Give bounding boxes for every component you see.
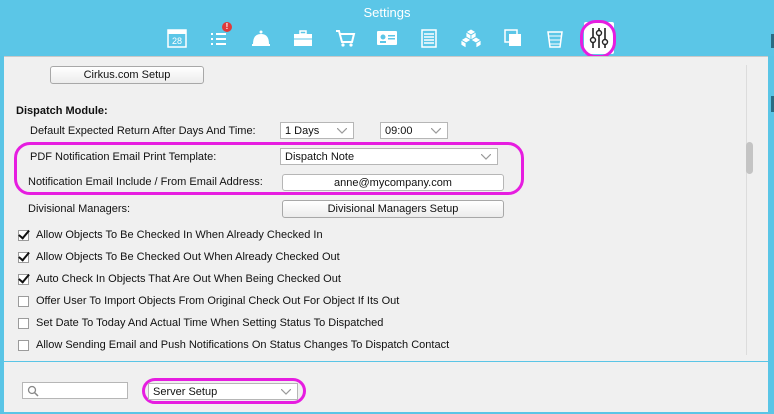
div-managers-label: Divisional Managers: — [28, 203, 131, 215]
notify-email-label: Notification Email Include / From Email … — [28, 176, 263, 188]
pdf-template-select[interactable]: Dispatch Note — [280, 148, 498, 165]
dispatch-module-heading: Dispatch Module: — [16, 105, 108, 117]
cart-icon[interactable] — [330, 22, 360, 54]
boxes-icon[interactable] — [456, 22, 486, 54]
list-icon[interactable] — [414, 22, 444, 54]
checkbox-row[interactable]: Offer User To Import Objects From Origin… — [18, 293, 399, 309]
calendar-icon[interactable]: 28 — [162, 22, 192, 54]
bell-icon[interactable] — [246, 22, 276, 54]
checkbox[interactable] — [18, 339, 29, 351]
section-select-value: Server Setup — [153, 386, 218, 398]
checkbox[interactable] — [18, 273, 29, 285]
return-time-value: 09:00 — [385, 125, 413, 137]
checkbox-label: Allow Objects To Be Checked In When Alre… — [36, 229, 323, 241]
div-managers-button[interactable]: Divisional Managers Setup — [282, 200, 504, 218]
section-select[interactable]: Server Setup — [148, 383, 298, 400]
checkbox-row[interactable]: Allow Sending Email and Push Notificatio… — [18, 337, 449, 353]
checkbox[interactable] — [18, 251, 29, 263]
chevron-down-icon — [337, 128, 347, 134]
chevron-down-icon — [281, 389, 291, 395]
notify-email-field[interactable]: anne@mycompany.com — [282, 174, 504, 191]
checkbox-label: Offer User To Import Objects From Origin… — [36, 295, 400, 307]
cirkus-setup-button[interactable]: Cirkus.com Setup — [50, 66, 204, 84]
chevron-down-icon — [431, 128, 441, 134]
title-bar: Settings 28 ! — [0, 0, 774, 58]
return-days-value: 1 Days — [285, 125, 320, 137]
window-title: Settings — [363, 5, 411, 20]
return-time-select[interactable]: 09:00 — [380, 122, 448, 139]
scrollbar-thumb[interactable] — [746, 142, 753, 174]
contact-card-icon[interactable] — [372, 22, 402, 54]
checkbox-label: Auto Check In Objects That Are Out When … — [36, 273, 341, 285]
trash-icon[interactable] — [540, 22, 570, 54]
checkbox-label: Allow Sending Email and Push Notificatio… — [36, 339, 450, 351]
return-days-label: Default Expected Return After Days And T… — [30, 125, 256, 137]
checkbox[interactable] — [18, 295, 29, 307]
copy-icon[interactable] — [498, 22, 528, 54]
task-list-icon[interactable]: ! — [204, 22, 234, 54]
checkbox-row[interactable]: Allow Objects To Be Checked Out When Alr… — [18, 249, 340, 265]
chevron-down-icon — [481, 154, 491, 160]
settings-panel: Cirkus.com Setup Dispatch Module: Defaul… — [4, 56, 768, 361]
checkbox-row[interactable]: Auto Check In Objects That Are Out When … — [18, 271, 341, 287]
return-days-select[interactable]: 1 Days — [280, 122, 354, 139]
briefcase-icon[interactable] — [288, 22, 318, 54]
pdf-template-label: PDF Notification Email Print Template: — [30, 151, 217, 163]
checkbox-row[interactable]: Set Date To Today And Actual Time When S… — [18, 315, 383, 331]
checkbox-label: Set Date To Today And Actual Time When S… — [36, 317, 384, 329]
footer-bar: Server Setup — [4, 362, 768, 412]
checkbox-row[interactable]: Allow Objects To Be Checked In When Alre… — [18, 227, 323, 243]
search-icon — [27, 385, 39, 397]
checkbox[interactable] — [18, 317, 29, 329]
vertical-scrollbar[interactable] — [746, 65, 753, 355]
svg-text:28: 28 — [172, 36, 182, 46]
alert-badge: ! — [222, 22, 232, 32]
pdf-template-value: Dispatch Note — [285, 151, 355, 163]
sliders-icon[interactable] — [580, 20, 616, 58]
checkbox-label: Allow Objects To Be Checked Out When Alr… — [36, 251, 340, 263]
search-input[interactable] — [22, 382, 128, 399]
checkbox[interactable] — [18, 229, 29, 241]
